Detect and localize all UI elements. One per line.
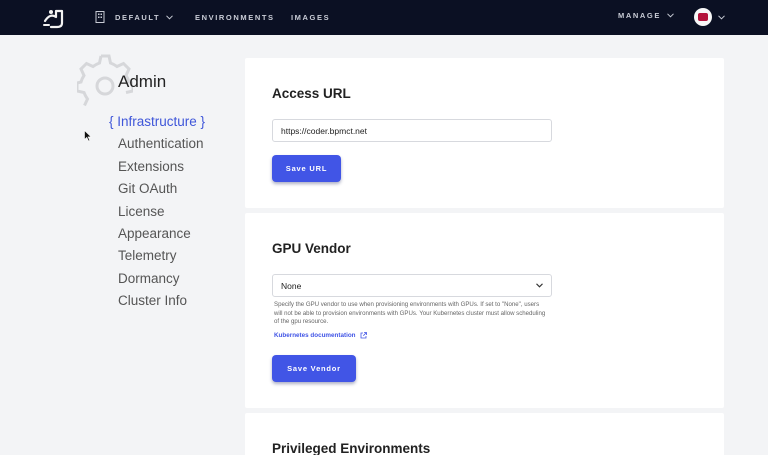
external-link-icon [360,332,367,339]
gpu-vendor-title: GPU Vendor [272,241,351,256]
sidebar-item-appearance[interactable]: Appearance [118,226,205,248]
access-url-title: Access URL [272,86,351,101]
save-vendor-button[interactable]: Save Vendor [272,355,356,382]
gpu-vendor-help-text: Specify the GPU vendor to use when provi… [274,301,546,326]
sidebar-item-git-oauth[interactable]: Git OAuth [118,181,205,203]
chevron-down-icon [166,14,174,20]
logo-icon[interactable] [42,7,66,29]
gpu-vendor-select[interactable]: None [272,274,552,297]
access-url-input[interactable] [272,119,552,142]
sidebar-item-dormancy[interactable]: Dormancy [118,271,205,293]
access-url-card: Access URL Save URL [245,58,724,208]
kubernetes-docs-link-label: Kubernetes documentation [274,332,356,339]
sidebar-item-cluster-info[interactable]: Cluster Info [118,293,205,315]
sidebar-item-license[interactable]: License [118,204,205,226]
mouse-cursor-icon [84,130,92,142]
avatar [694,8,712,26]
manage-label: MANAGE [618,11,661,20]
manage-menu[interactable]: MANAGE [618,11,674,20]
page-title: Admin [118,72,167,91]
building-icon [95,11,105,23]
privileged-environments-card: Privileged Environments [245,413,724,455]
user-menu[interactable] [694,8,725,26]
chevron-down-icon [536,283,543,288]
top-navbar: DEFAULT ENVIRONMENTS IMAGES MANAGE [0,0,768,35]
nav-images[interactable]: IMAGES [291,13,330,22]
gpu-vendor-selected-value: None [281,280,302,291]
org-selector[interactable]: DEFAULT [95,11,174,23]
sidebar-item-infrastructure[interactable]: { Infrastructure } [109,114,205,136]
chevron-down-icon [718,14,725,20]
nav-environments[interactable]: ENVIRONMENTS [195,13,275,22]
sidebar-item-telemetry[interactable]: Telemetry [118,248,205,270]
save-url-button[interactable]: Save URL [272,155,341,182]
sidebar-item-authentication[interactable]: Authentication [118,136,205,158]
kubernetes-docs-link[interactable]: Kubernetes documentation [274,332,367,339]
privileged-environments-title: Privileged Environments [272,441,431,455]
admin-sidebar-nav: { Infrastructure } Authentication Extens… [109,114,205,316]
org-label: DEFAULT [115,12,161,22]
gpu-vendor-card: GPU Vendor None Specify the GPU vendor t… [245,213,724,408]
chevron-down-icon [667,13,674,18]
sidebar-item-extensions[interactable]: Extensions [118,159,205,181]
